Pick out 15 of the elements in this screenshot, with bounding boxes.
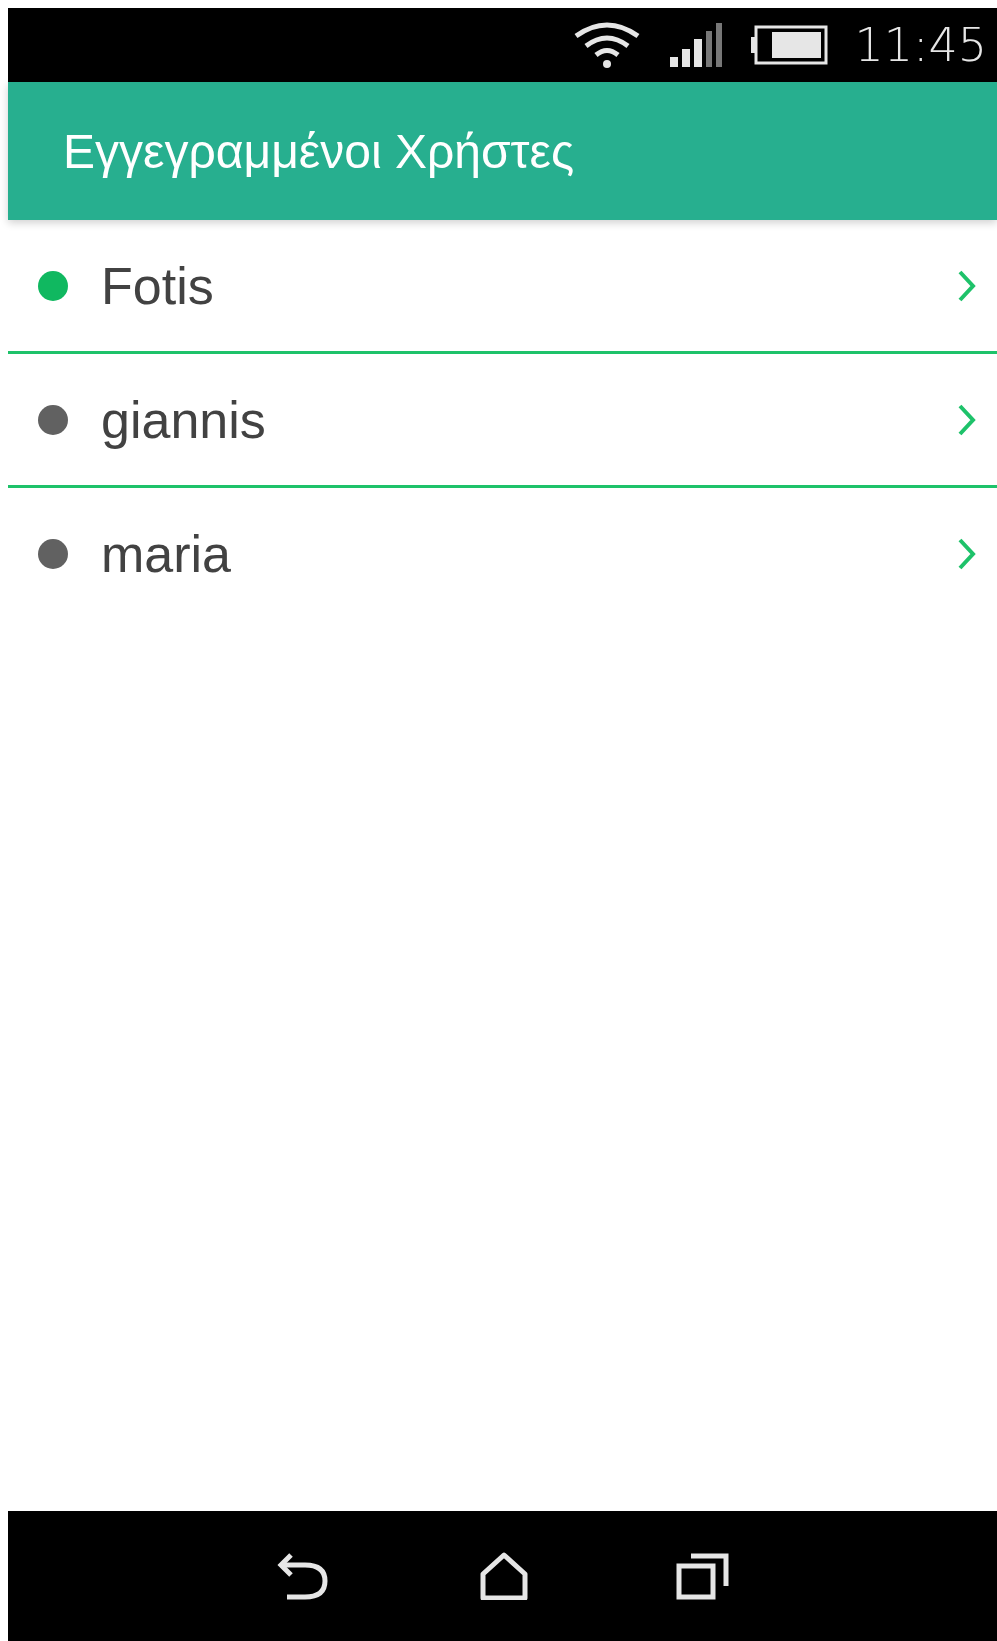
home-button[interactable] <box>478 1552 529 1600</box>
user-row[interactable]: giannis <box>8 354 997 488</box>
chevron-right-icon <box>957 402 977 437</box>
user-name: maria <box>101 523 233 584</box>
clock-time: 11:45 <box>854 18 987 72</box>
user-row[interactable]: maria <box>8 488 997 619</box>
chevron-right-icon <box>957 268 977 303</box>
chevron-right-icon <box>957 536 977 571</box>
user-name: giannis <box>101 389 267 450</box>
user-row[interactable]: Fotis <box>8 220 997 354</box>
signal-icon <box>668 23 725 67</box>
recent-apps-button[interactable] <box>675 1552 730 1600</box>
user-name: Fotis <box>101 255 215 316</box>
battery-icon <box>750 25 829 65</box>
screen-title: Εγγεγραμμένοι Χρήστες <box>63 123 574 179</box>
